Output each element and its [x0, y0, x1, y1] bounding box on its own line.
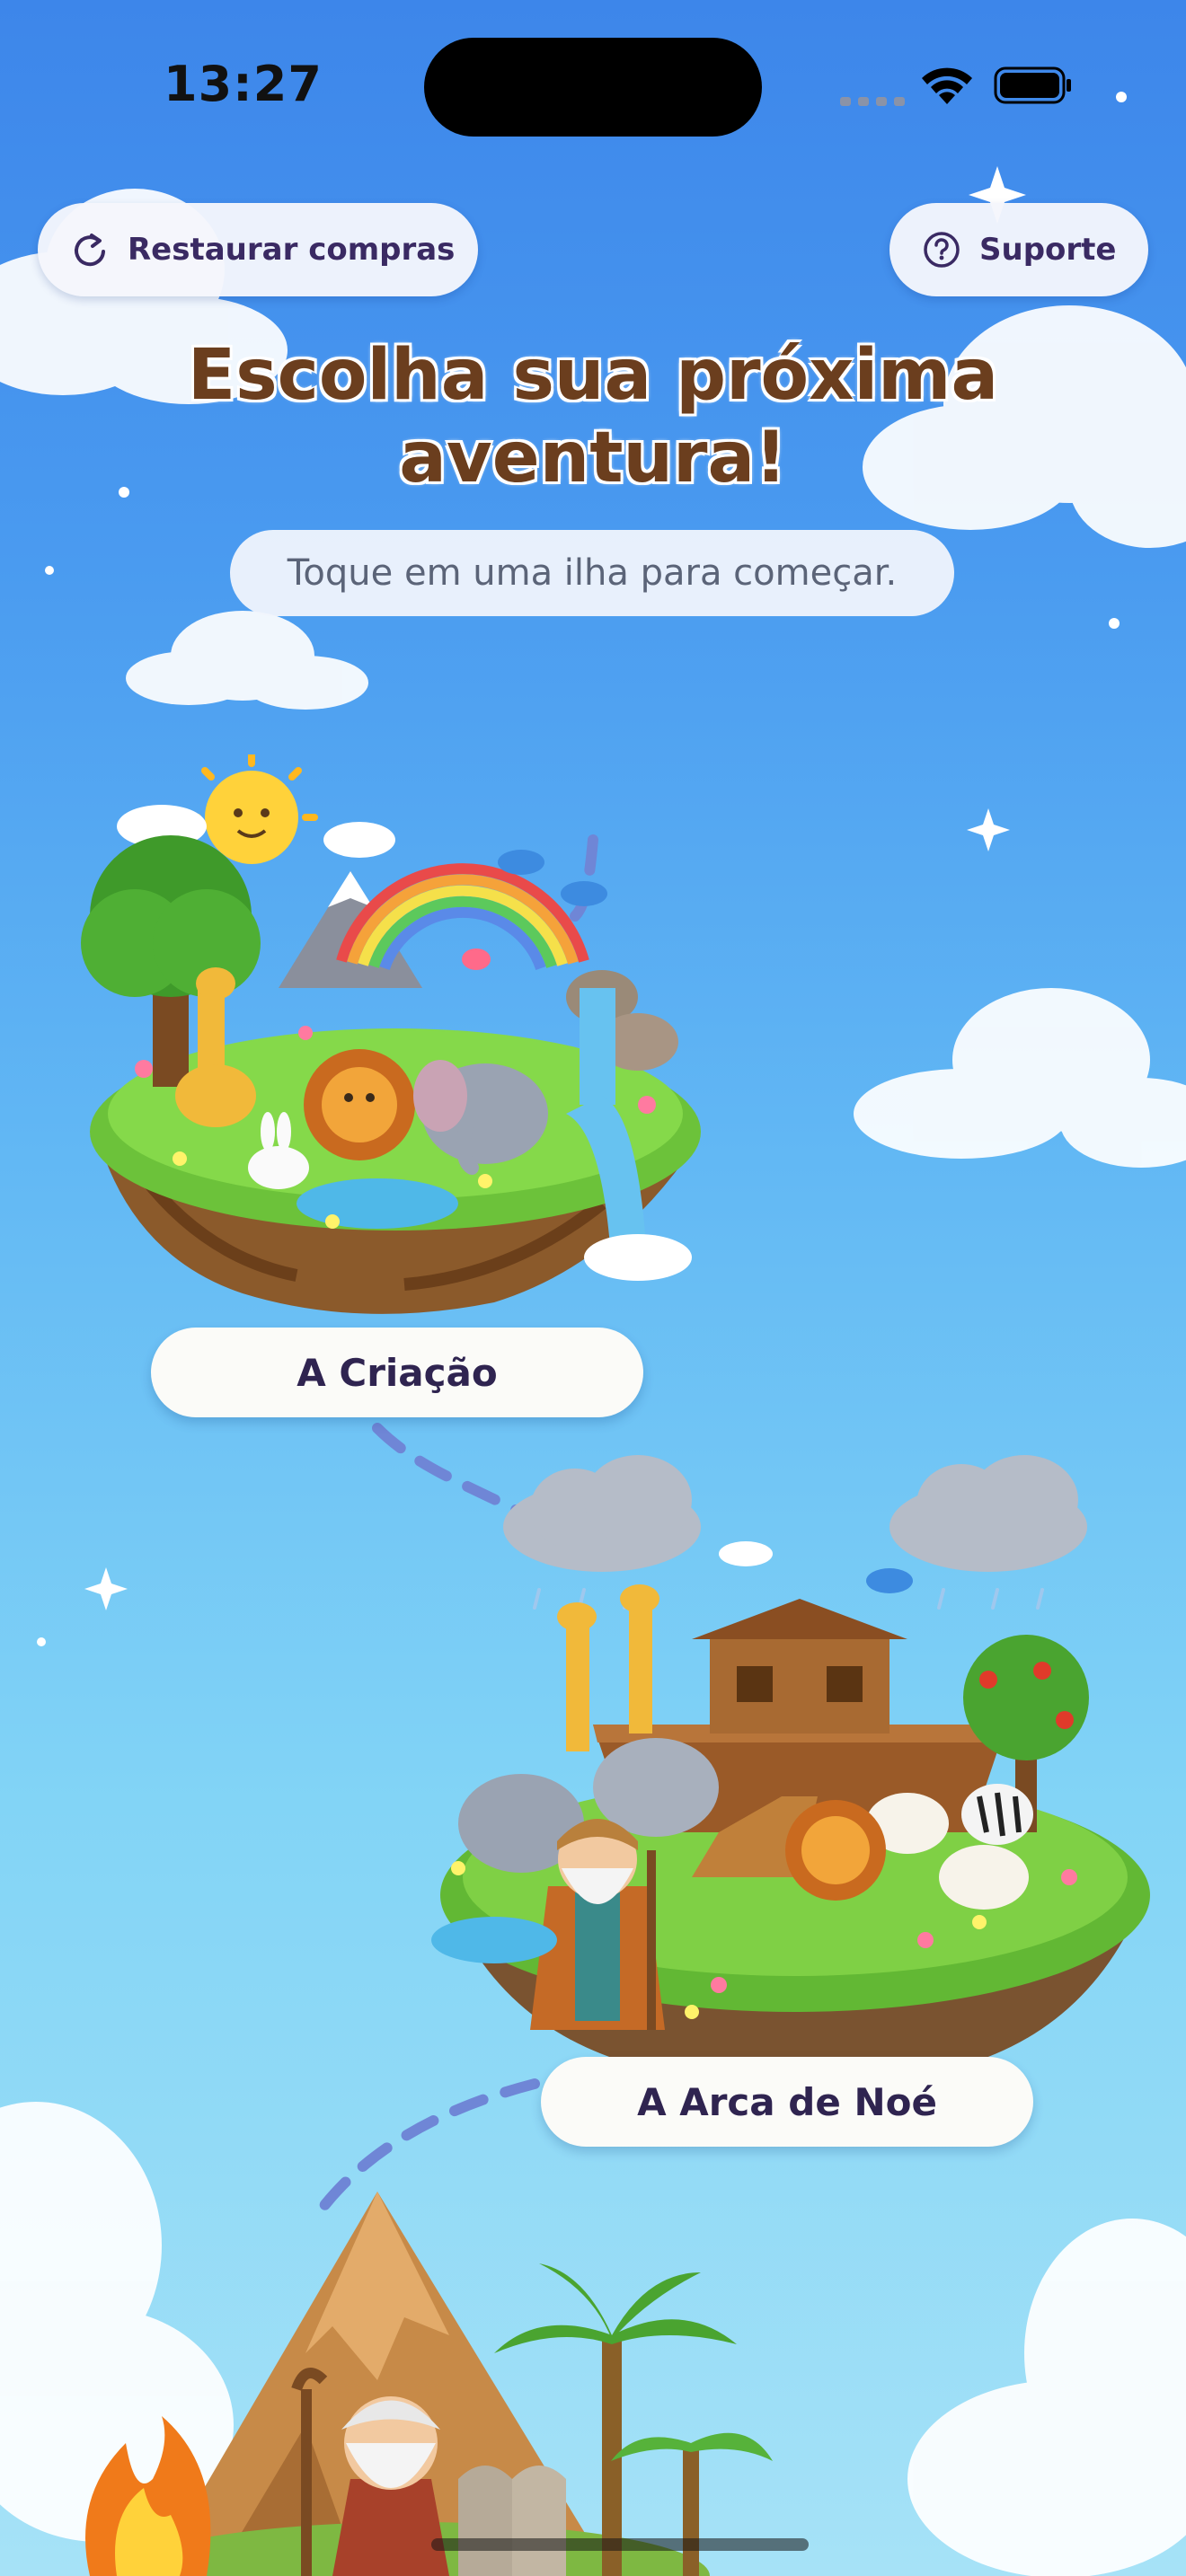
status-icons	[840, 66, 1071, 106]
page-title: Escolha sua próxima aventura!	[0, 334, 1186, 499]
creation-island[interactable]	[63, 754, 746, 1329]
cellular-signal-icon	[840, 97, 905, 106]
refresh-icon	[75, 234, 105, 267]
status-time: 13:27	[164, 56, 323, 112]
island-label-creation[interactable]: A Criação	[151, 1328, 643, 1417]
restore-purchases-button[interactable]: Restaurar compras	[38, 203, 478, 296]
battery-icon	[994, 66, 1071, 104]
subtitle: Toque em uma ilha para começar.	[230, 530, 954, 616]
dynamic-island	[424, 38, 762, 137]
help-circle-icon	[924, 232, 960, 268]
support-label: Suporte	[979, 232, 1117, 268]
moses-island[interactable]	[36, 2174, 773, 2576]
page-title-line-2: aventura!	[399, 418, 787, 498]
wifi-icon	[922, 67, 972, 104]
support-button[interactable]: Suporte	[890, 203, 1148, 296]
restore-purchases-label: Restaurar compras	[128, 232, 456, 268]
page-title-line-1: Escolha sua próxima	[187, 335, 999, 416]
island-label-noahs-ark[interactable]: A Arca de Noé	[541, 2057, 1033, 2147]
home-indicator[interactable]	[431, 2538, 809, 2551]
noah-ark-island[interactable]	[422, 1455, 1159, 2102]
